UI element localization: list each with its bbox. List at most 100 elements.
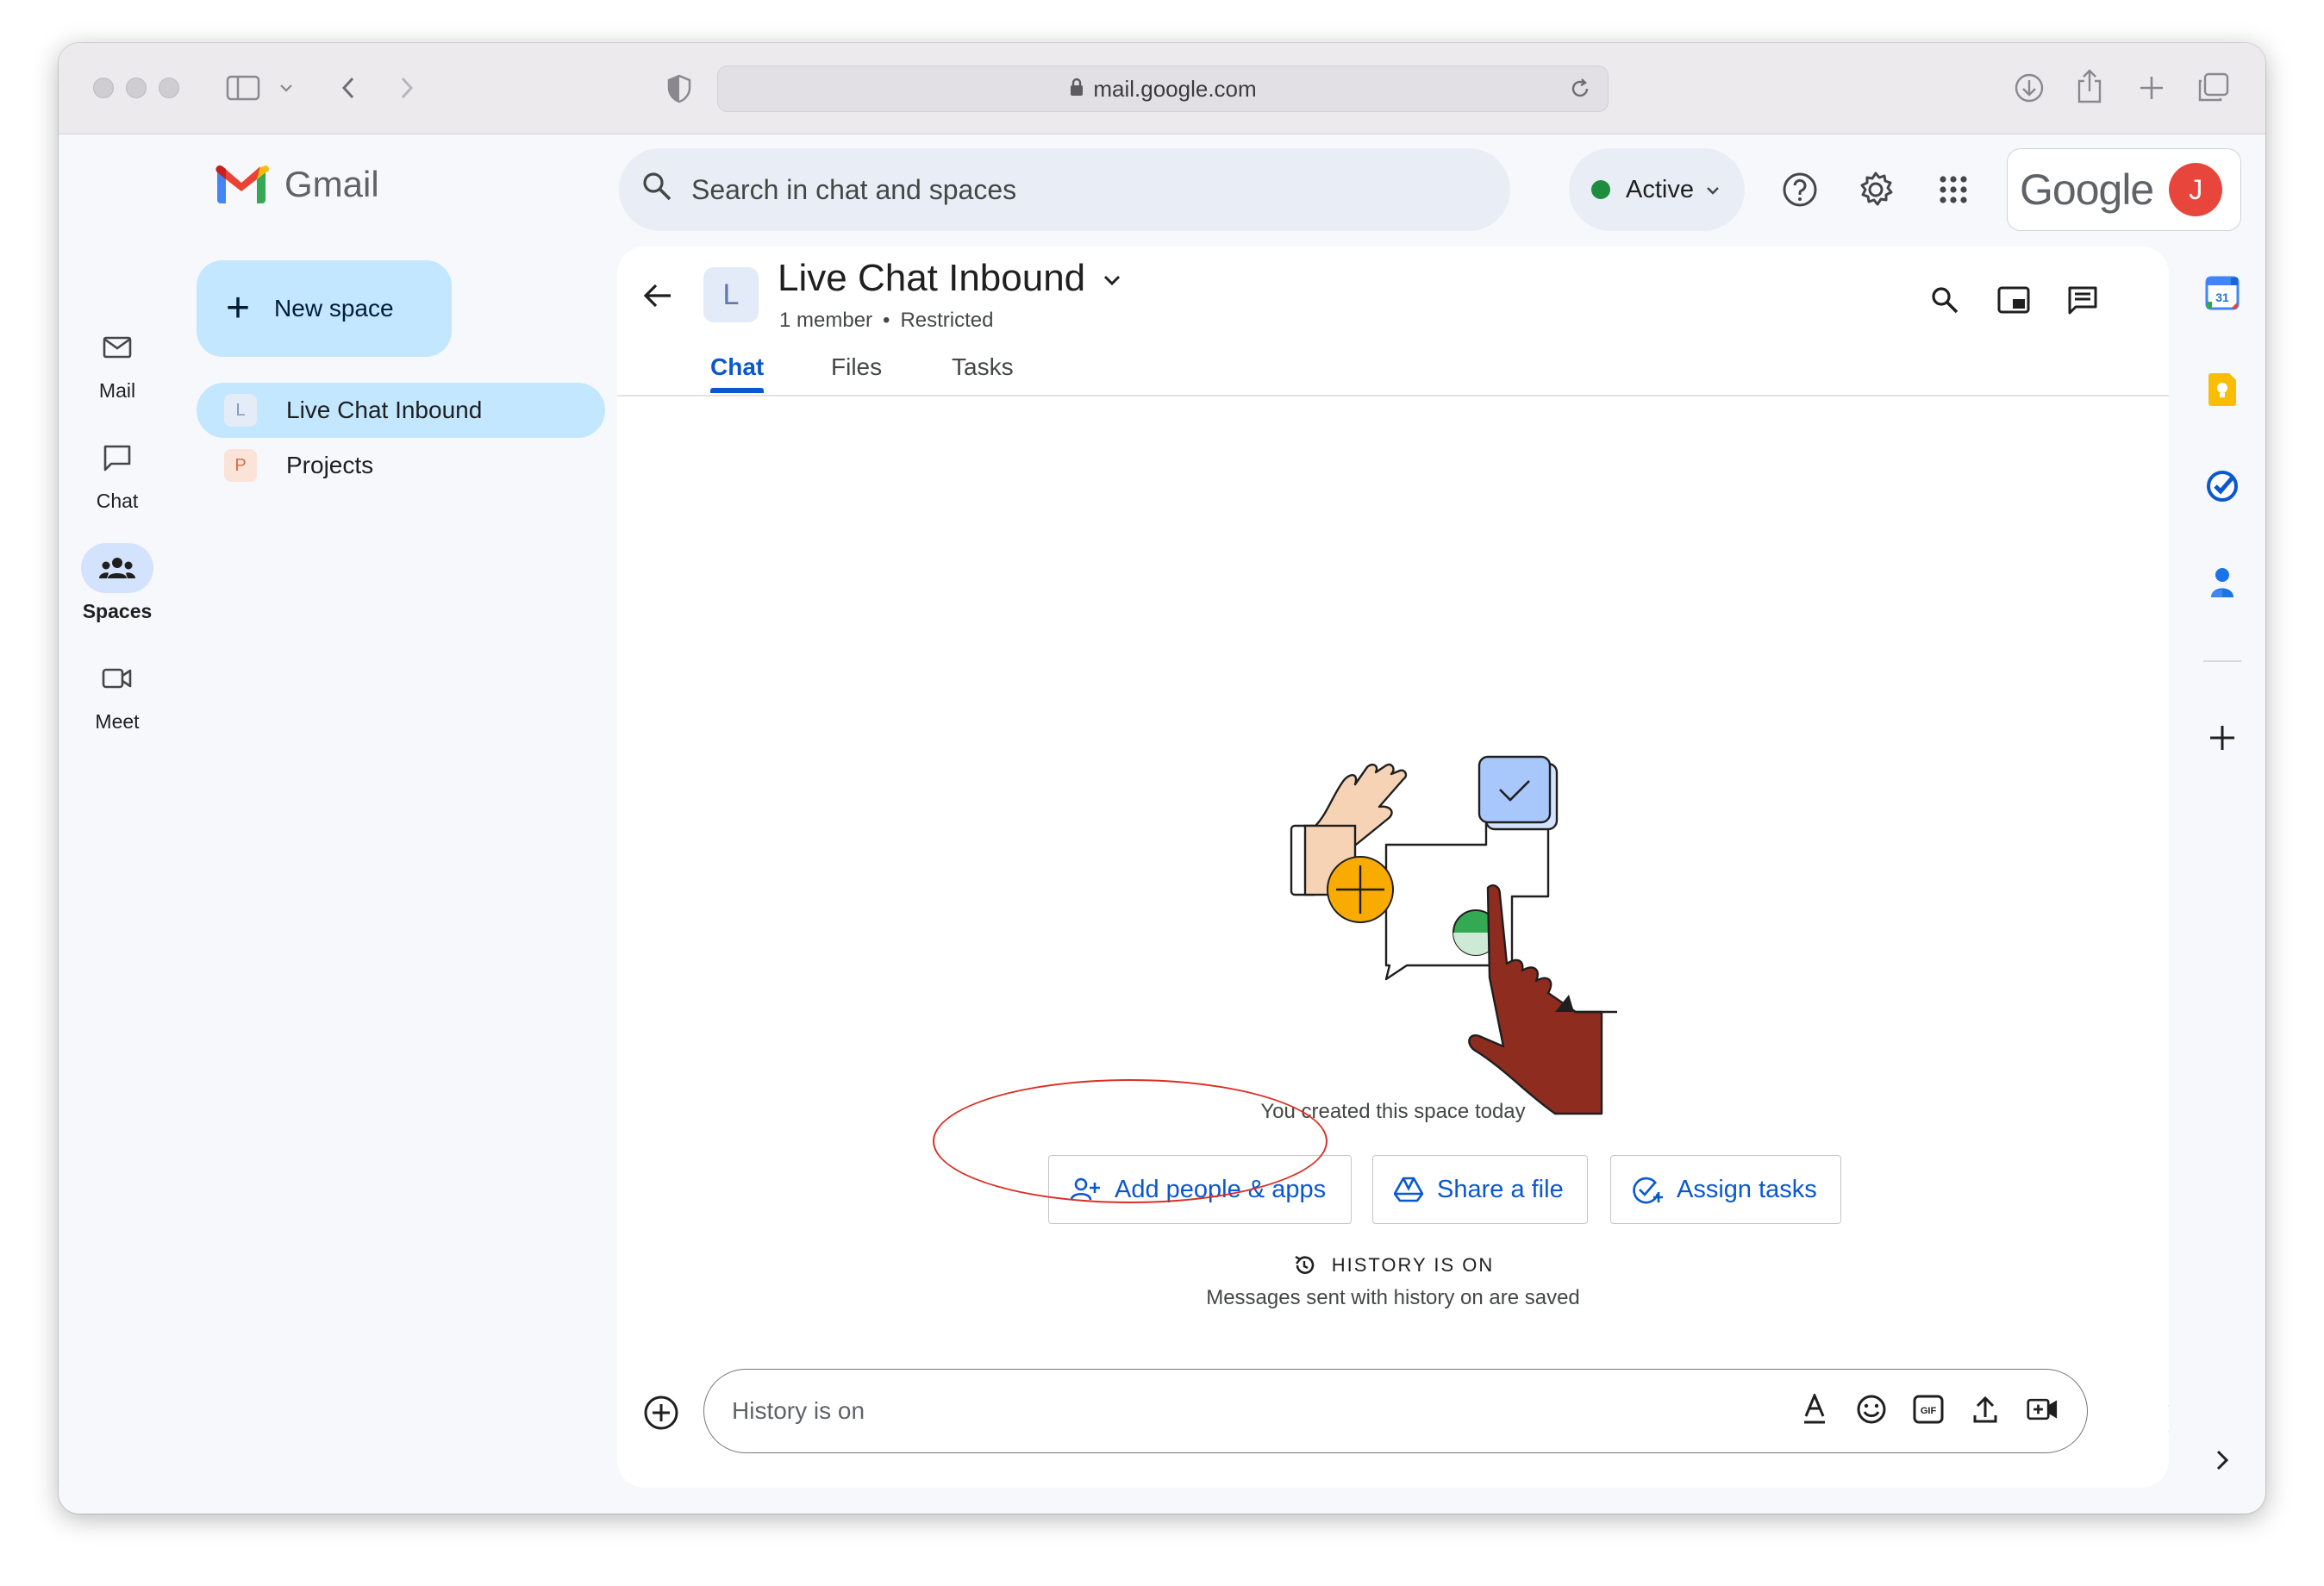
rail-item-chat[interactable]: Chat [59, 433, 176, 513]
rail-label-meet: Meet [95, 710, 140, 733]
chat-icon [81, 433, 153, 483]
privacy-shield-icon[interactable] [664, 72, 695, 105]
avatar: J [2169, 163, 2223, 216]
help-icon[interactable] [1779, 169, 1821, 210]
new-space-label: New space [274, 295, 394, 322]
annotation-highlight-ring [933, 1079, 1328, 1203]
add-task-icon [1632, 1175, 1663, 1204]
composer-tools: GIF [1799, 1392, 2058, 1427]
space-item-projects[interactable]: P Projects [197, 438, 605, 493]
tab-chat[interactable]: Chat [710, 353, 765, 393]
browser-window: mail.google.com Gmail Mail Chat Spaces M… [59, 43, 2265, 1514]
room-avatar: L [703, 267, 759, 322]
spaces-icon [81, 543, 153, 593]
assign-tasks-button[interactable]: Assign tasks [1610, 1155, 1841, 1224]
rail-item-mail[interactable]: Mail [59, 322, 176, 403]
svg-text:GIF: GIF [1921, 1406, 1937, 1416]
tab-files[interactable]: Files [831, 353, 882, 381]
address-bar[interactable]: mail.google.com [717, 66, 1609, 112]
rail-label-spaces: Spaces [82, 600, 153, 622]
chevron-down-icon [1706, 180, 1720, 200]
member-count: 1 member [779, 309, 873, 332]
space-avatar: P [224, 449, 257, 482]
gif-icon[interactable]: GIF [1913, 1392, 1944, 1427]
room-tabs: Chat Files Tasks [617, 353, 2169, 396]
assign-tasks-label: Assign tasks [1677, 1175, 1817, 1203]
chevron-down-icon[interactable] [276, 78, 297, 98]
space-avatar: L [224, 394, 257, 427]
status-label: Active [1626, 175, 1694, 203]
sidebar-toggle-icon[interactable] [224, 72, 262, 103]
share-file-button[interactable]: Share a file [1372, 1155, 1588, 1224]
apps-grid-icon[interactable] [1933, 169, 1974, 210]
add-attachment-icon[interactable] [643, 1395, 679, 1435]
add-addon-icon[interactable] [2202, 717, 2243, 759]
app-rail: Mail Chat Spaces Meet [59, 134, 176, 1514]
gmail-m-icon [216, 165, 269, 203]
back-nav-icon[interactable] [333, 72, 364, 103]
picture-in-picture-icon[interactable] [1993, 279, 2034, 321]
chevron-down-icon [1103, 265, 1121, 292]
calendar-icon[interactable]: 31 [2202, 272, 2243, 314]
minimize-window-button[interactable] [126, 78, 147, 98]
tab-overview-icon[interactable] [2195, 71, 2231, 105]
emoji-icon[interactable] [1856, 1392, 1887, 1427]
room-subtitle: 1 member • Restricted [779, 309, 994, 332]
room-title[interactable]: Live Chat Inbound [778, 257, 1121, 300]
close-window-button[interactable] [93, 78, 114, 98]
forward-nav-icon[interactable] [391, 72, 422, 103]
history-icon [1292, 1253, 1316, 1277]
app-name: Gmail [284, 164, 379, 204]
rail-item-meet[interactable]: Meet [59, 653, 176, 734]
new-tab-icon[interactable] [2134, 71, 2169, 105]
threads-icon[interactable] [2062, 279, 2103, 321]
composer-placeholder: History is on [732, 1397, 865, 1424]
upload-icon[interactable] [1970, 1392, 2001, 1427]
history-status: HISTORY IS ON [617, 1253, 2169, 1277]
access-level: Restricted [900, 309, 994, 332]
meet-icon [81, 653, 153, 703]
reload-icon[interactable] [1568, 77, 1592, 107]
status-dot [1591, 180, 1610, 199]
expand-panel-chevron-icon[interactable] [2202, 1439, 2243, 1481]
search-in-room-icon[interactable] [1924, 279, 1965, 321]
chat-room-panel: L Live Chat Inbound 1 member • Restricted … [617, 247, 2169, 1488]
video-call-icon[interactable] [2027, 1392, 2058, 1427]
status-selector[interactable]: Active [1569, 148, 1745, 231]
gmail-logo[interactable]: Gmail [214, 164, 379, 205]
format-text-icon[interactable] [1799, 1392, 1830, 1427]
history-title: HISTORY IS ON [1331, 1254, 1495, 1276]
created-text: You created this space today [1260, 1100, 1526, 1123]
space-name: Live Chat Inbound [286, 396, 483, 423]
share-file-label: Share a file [1437, 1175, 1564, 1203]
tab-tasks[interactable]: Tasks [952, 353, 1014, 381]
account-switcher[interactable]: Google J [2007, 148, 2241, 231]
side-panel-divider [2203, 660, 2241, 662]
zoom-window-button[interactable] [159, 78, 179, 98]
downloads-icon[interactable] [2012, 71, 2046, 105]
space-item-live-chat-inbound[interactable]: L Live Chat Inbound [197, 383, 605, 438]
share-icon[interactable] [2072, 67, 2107, 105]
plus-icon: + [226, 285, 251, 331]
room-title-text: Live Chat Inbound [778, 257, 1086, 299]
contacts-icon[interactable] [2202, 562, 2243, 603]
drive-icon [1394, 1177, 1423, 1202]
search-bar[interactable]: Search in chat and spaces [619, 148, 1510, 231]
rail-label-mail: Mail [98, 379, 136, 402]
url-text: mail.google.com [1093, 75, 1257, 102]
search-placeholder: Search in chat and spaces [691, 173, 1017, 205]
back-arrow-icon[interactable] [643, 283, 672, 313]
tasks-icon[interactable] [2202, 465, 2243, 507]
space-name: Projects [286, 452, 374, 478]
mail-icon [81, 322, 153, 372]
google-wordmark: Google [2020, 165, 2154, 214]
settings-gear-icon[interactable] [1855, 169, 1896, 210]
search-icon [641, 171, 672, 209]
new-space-button[interactable]: + New space [197, 260, 452, 357]
empty-space-illustration [1290, 755, 1617, 1115]
message-composer[interactable]: History is on GIF [703, 1369, 2088, 1453]
keep-icon[interactable] [2202, 369, 2243, 410]
rail-item-spaces[interactable]: Spaces [59, 543, 176, 623]
send-icon[interactable] [2167, 1403, 2169, 1439]
browser-toolbar: mail.google.com [59, 43, 2265, 134]
